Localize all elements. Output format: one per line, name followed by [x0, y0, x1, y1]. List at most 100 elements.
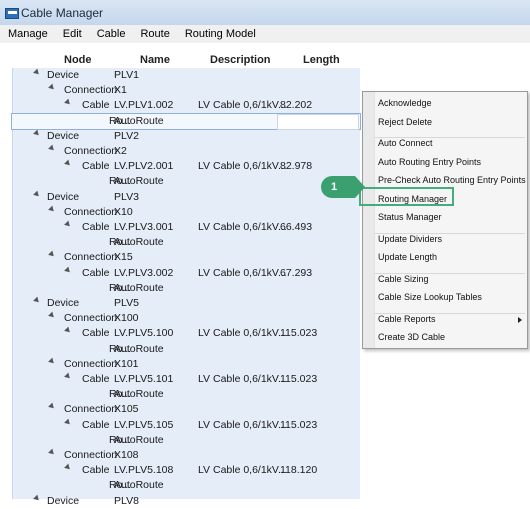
table-row[interactable]: Ro... AutoRoute	[12, 174, 360, 189]
menu-item-pre-check-auto-routing-entry-points[interactable]: Pre-Check Auto Routing Entry Points	[378, 175, 526, 185]
cell-name: X15	[114, 251, 133, 264]
window-title: Cable Manager	[21, 5, 104, 20]
column-header-description[interactable]: Description	[210, 54, 271, 66]
cell-name: PLV8	[114, 494, 139, 507]
table-row[interactable]: Connection X1	[12, 83, 360, 98]
column-header-name[interactable]: Name	[140, 54, 170, 66]
table-row[interactable]: Cable LV.PLV1.002 LV Cable 0,6/1kV... 82.20…	[12, 98, 360, 113]
expand-collapse-icon[interactable]	[48, 251, 56, 259]
cell-name: AutoRoute	[114, 236, 164, 249]
menu-item-update-length[interactable]: Update Length	[378, 252, 437, 262]
expand-collapse-icon[interactable]	[33, 296, 41, 305]
cell-name: X2	[114, 145, 127, 157]
table-row[interactable]: Cable LV.PLV2.001 LV Cable 0,6/1kV... 82.97…	[12, 159, 360, 174]
cell-length: 115.023	[280, 327, 318, 340]
menu-item-create-3d-cable[interactable]: Create 3D Cable	[378, 332, 445, 342]
expand-collapse-icon[interactable]	[64, 463, 72, 472]
length-edit-cell[interactable]	[277, 113, 359, 130]
menu-item-acknowledge[interactable]: Acknowledge	[378, 98, 432, 108]
expand-collapse-icon[interactable]	[33, 494, 41, 502]
table-row[interactable]: Ro... AutoRoute	[12, 387, 360, 402]
expand-collapse-icon[interactable]	[48, 144, 56, 153]
table-row[interactable]: Device PLV1	[12, 68, 360, 83]
menu-item-auto-routing-entry-points[interactable]: Auto Routing Entry Points	[378, 157, 481, 167]
menu-edit[interactable]: Edit	[55, 28, 89, 40]
table-row[interactable]: Cable LV.PLV5.108 LV Cable 0,6/1kV... 118.1…	[12, 463, 360, 478]
cell-node: Cable	[82, 418, 110, 431]
expand-collapse-icon[interactable]	[64, 220, 72, 229]
expand-collapse-icon[interactable]	[64, 418, 72, 426]
table-row[interactable]: Ro... AutoRoute	[12, 235, 360, 250]
table-row[interactable]: Connection X108	[12, 448, 360, 463]
table-row[interactable]: Device PLV5	[12, 296, 360, 311]
cell-name: X105	[114, 403, 139, 416]
cell-length: 82.978	[280, 160, 313, 173]
expand-collapse-icon[interactable]	[48, 83, 56, 92]
expand-collapse-icon[interactable]	[64, 99, 72, 107]
table-row[interactable]: Cable LV.PLV5.100 LV Cable 0,6/1kV... 115.0…	[12, 326, 360, 341]
menu-item-auto-connect[interactable]: Auto Connect	[378, 138, 433, 148]
cell-node: Connection	[64, 312, 118, 325]
menu-item-cable-sizing[interactable]: Cable Sizing	[378, 274, 429, 284]
table-row[interactable]: Cable LV.PLV3.001 LV Cable 0,6/1kV... 66.49…	[12, 220, 360, 235]
table-row[interactable]: Ro... AutoRoute	[12, 342, 360, 357]
context-menu: Acknowledge Reject Delete Auto Connect Auto…	[362, 91, 528, 349]
menu-item-status-manager[interactable]: Status Manager	[378, 212, 442, 222]
column-header-node[interactable]: Node	[64, 54, 92, 66]
menu-item-cable-size-lookup-tables[interactable]: Cable Size Lookup Tables	[378, 292, 482, 302]
expand-collapse-icon[interactable]	[33, 68, 41, 77]
table-row[interactable]: Cable LV.PLV5.101 LV Cable 0,6/1kV... 115.0…	[12, 372, 360, 387]
menu-cable[interactable]: Cable	[89, 28, 133, 40]
expand-collapse-icon[interactable]	[48, 311, 56, 320]
cell-name: X1	[114, 84, 127, 97]
cell-name: LV.PLV5.105	[114, 418, 174, 431]
table-row[interactable]: Device PLV3	[12, 190, 360, 205]
cell-name: AutoRoute	[114, 433, 164, 446]
cell-name: X100	[114, 312, 139, 325]
menu-item-reject-delete[interactable]: Reject Delete	[378, 117, 432, 127]
table-row[interactable]: Connection X10	[12, 205, 360, 220]
table-row[interactable]: Connection X101	[12, 357, 360, 372]
expand-collapse-icon[interactable]	[48, 403, 56, 411]
column-header-length[interactable]: Length	[303, 54, 340, 66]
cell-description: LV Cable 0,6/1kV...	[198, 160, 287, 173]
menu-routing-model[interactable]: Routing Model	[177, 28, 263, 40]
table-row[interactable]: Cable LV.PLV5.105 LV Cable 0,6/1kV... 115.0…	[12, 418, 360, 433]
menu-item-update-dividers[interactable]: Update Dividers	[378, 234, 442, 244]
table-row[interactable]: Device PLV2	[12, 129, 360, 144]
table-row[interactable]: Ro... AutoRoute	[11, 112, 361, 130]
cell-length: 115.023	[280, 373, 318, 385]
cell-name: PLV5	[114, 297, 139, 309]
table-row[interactable]: Device PLV8	[12, 494, 360, 509]
cell-length: 115.023	[280, 418, 318, 431]
context-menu-gutter	[363, 92, 375, 348]
menu-manage[interactable]: Manage	[0, 28, 55, 40]
table-row[interactable]: Connection X100	[12, 311, 360, 326]
table-row[interactable]: Ro... AutoRoute	[12, 281, 360, 296]
expand-collapse-icon[interactable]	[64, 159, 72, 168]
table-row[interactable]: Connection X2	[12, 144, 360, 159]
expand-collapse-icon[interactable]	[64, 266, 72, 274]
expand-collapse-icon[interactable]	[48, 357, 56, 366]
menu-item-cable-reports[interactable]: Cable Reports	[378, 314, 436, 324]
table-row[interactable]: Connection X15	[12, 250, 360, 265]
cell-name: PLV1	[114, 69, 139, 81]
cell-length: 67.293	[280, 266, 313, 279]
cell-name: AutoRoute	[114, 479, 164, 492]
cell-name: AutoRoute	[114, 388, 164, 401]
expand-collapse-icon[interactable]	[33, 190, 41, 198]
expand-collapse-icon[interactable]	[64, 327, 72, 335]
cell-name: LV.PLV5.100	[114, 327, 174, 340]
expand-collapse-icon[interactable]	[33, 129, 41, 138]
expand-collapse-icon[interactable]	[48, 448, 56, 457]
expand-collapse-icon[interactable]	[48, 205, 56, 214]
expand-collapse-icon[interactable]	[64, 372, 72, 381]
table-row[interactable]: Ro... AutoRoute	[12, 478, 360, 493]
cell-node: Device	[47, 494, 80, 507]
cell-name: LV.PLV1.002	[114, 99, 174, 112]
table-row[interactable]: Ro... AutoRoute	[12, 433, 360, 448]
table-row[interactable]: Connection X105	[12, 402, 360, 417]
menu-route[interactable]: Route	[132, 28, 176, 40]
table-row[interactable]: Cable LV.PLV3.002 LV Cable 0,6/1kV... 67.29…	[12, 266, 360, 281]
cell-node: Device	[47, 297, 80, 309]
